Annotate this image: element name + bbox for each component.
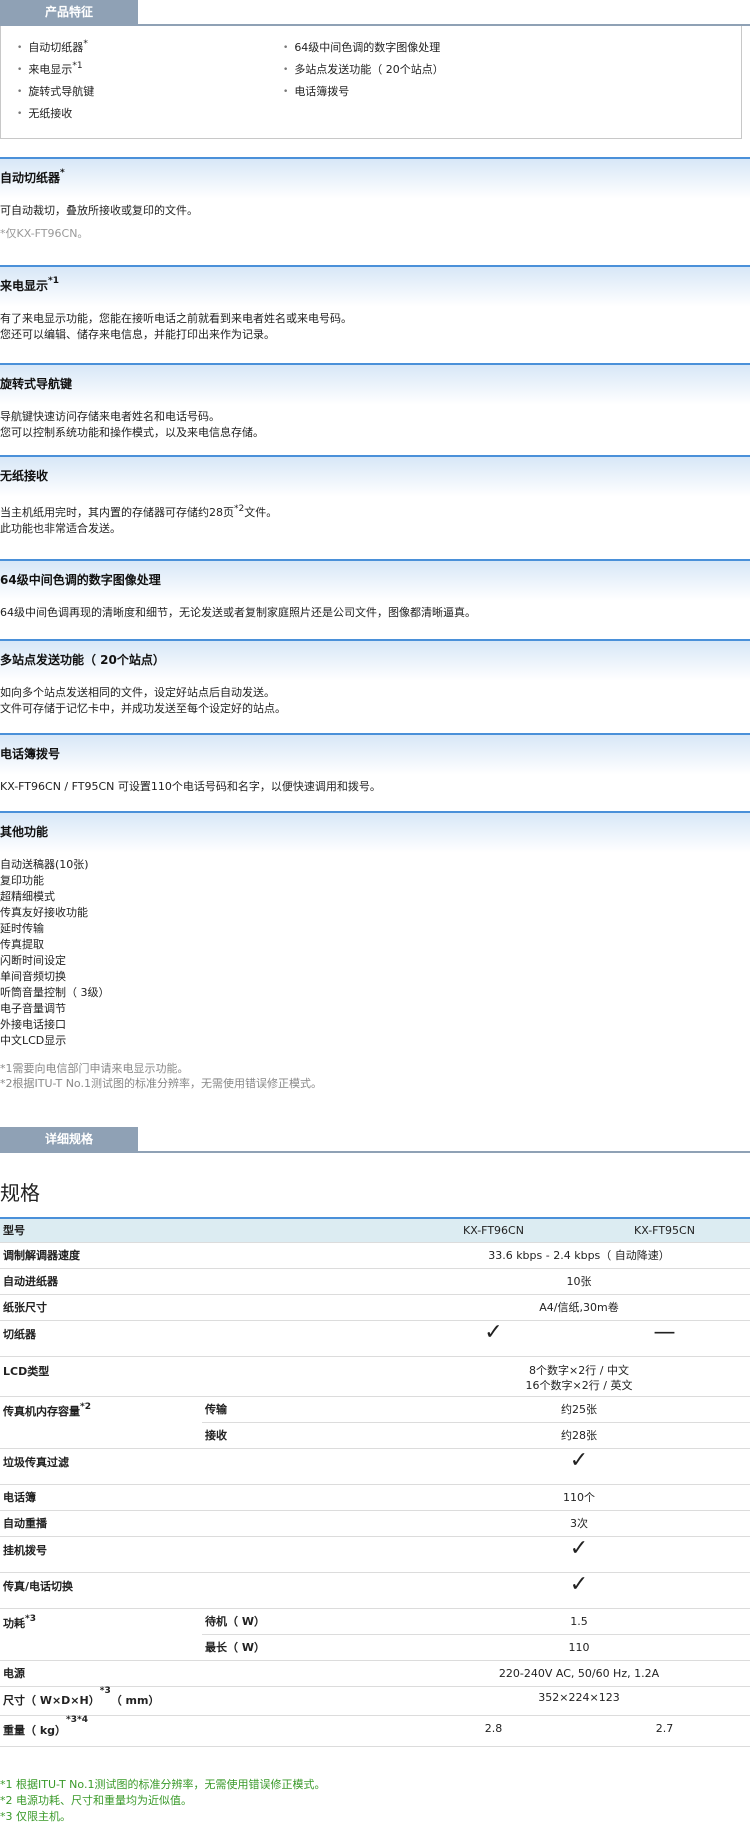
table-row: 切纸器 ✓ — bbox=[0, 1320, 750, 1357]
section-note: *仅KX-FT96CN。 bbox=[0, 227, 89, 240]
section-phonebook: 电话簿拨号 KX-FT96CN / FT95CN 可设置110个电话号码和名字，… bbox=[0, 733, 750, 811]
feature-item: • 64级中间色调的数字图像处理 bbox=[283, 41, 441, 54]
feature-item: • 来电显示*1 bbox=[17, 61, 83, 77]
table-row: LCD类型 8个数字×2行 / 中文 16个数字×2行 / 英文 bbox=[0, 1356, 750, 1397]
check-icon: ✓ bbox=[569, 1448, 589, 1473]
section-caller-id: 来电显示*1 有了来电显示功能，您能在接听电话之前就看到来电者姓名或来电号码。您… bbox=[0, 265, 750, 363]
bullet-icon: • bbox=[17, 65, 23, 75]
feature-item: • 电话簿拨号 bbox=[283, 85, 350, 98]
section-multi-station: 多站点发送功能（ 20个站点） 如向多个站点发送相同的文件，设定好站点后自动发送… bbox=[0, 639, 750, 733]
features-box: • 自动切纸器* • 来电显示*1 • 旋转式导航键 • 无纸接收 • 64级中间色调的数… bbox=[0, 26, 742, 139]
feature-item: • 无纸接收 bbox=[17, 107, 73, 120]
table-row: 尺寸（ W×D×H）*3（ mm） 352×224×123 bbox=[0, 1686, 750, 1716]
list-item: 外接电话接口 bbox=[0, 1018, 66, 1031]
list-item: 单间音频切换 bbox=[0, 970, 66, 983]
features-left-list: • 自动切纸器* • 来电显示*1 • 旋转式导航键 • 无纸接收 bbox=[17, 40, 94, 128]
spec-tabbar: 详细规格 bbox=[0, 1127, 750, 1153]
section-title: 来电显示*1 bbox=[0, 276, 59, 294]
section-title: 64级中间色调的数字图像处理 bbox=[0, 573, 161, 587]
other-features-list: 自动送稿器(10张) 复印功能 超精细模式 传真友好接收功能 延时传输 传真提取… bbox=[0, 843, 750, 1049]
section-body: 当主机纸用完时，其内置的存储器可存储约28页*2文件。 此功能也非常适合发送。 bbox=[0, 504, 278, 536]
section-title: 电话簿拨号 bbox=[0, 747, 61, 761]
list-item: 自动送稿器(10张) bbox=[0, 858, 89, 871]
table-row: 型号 KX-FT96CN KX-FT95CN bbox=[0, 1217, 750, 1243]
table-row: 自动重播 3次 bbox=[0, 1510, 750, 1537]
list-item: 传真友好接收功能 bbox=[0, 906, 88, 919]
table-row: 垃圾传真过滤 ✓ bbox=[0, 1448, 750, 1485]
table-row: 自动进纸器 10张 bbox=[0, 1268, 750, 1295]
bullet-icon: • bbox=[17, 87, 23, 97]
section-body: 64级中间色调再现的清晰度和细节，无论发送或者复制家庭照片还是公司文件，图像都清… bbox=[0, 606, 476, 619]
table-row: 挂机拨号 ✓ bbox=[0, 1536, 750, 1573]
spec-table: 型号 KX-FT96CN KX-FT95CN 调制解调器速度 33.6 kbps… bbox=[0, 1217, 750, 1747]
table-row: 纸张尺寸 A4/信纸,30m卷 bbox=[0, 1294, 750, 1321]
table-row: 电话簿 110个 bbox=[0, 1484, 750, 1511]
section-paperless: 无纸接收 当主机纸用完时，其内置的存储器可存储约28页*2文件。 此功能也非常适… bbox=[0, 455, 750, 559]
footnotes: *1需要向电信部门申请来电显示功能。 *2根据ITU-T No.1测试图的标准分… bbox=[0, 1062, 322, 1090]
feature-item: • 自动切纸器* bbox=[17, 39, 88, 55]
section-image-processing: 64级中间色调的数字图像处理 64级中间色调再现的清晰度和细节，无论发送或者复制… bbox=[0, 559, 750, 639]
table-row: 传真/电话切换 ✓ bbox=[0, 1572, 750, 1609]
list-item: 传真提取 bbox=[0, 938, 44, 951]
bullet-icon: • bbox=[283, 87, 289, 97]
tab-product-features[interactable]: 产品特征 bbox=[0, 0, 138, 24]
section-other-features: 其他功能 自动送稿器(10张) 复印功能 超精细模式 传真友好接收功能 延时传输… bbox=[0, 811, 750, 1127]
check-icon: ✓ bbox=[569, 1536, 589, 1561]
section-title: 无纸接收 bbox=[0, 469, 49, 483]
list-item: 闪断时间设定 bbox=[0, 954, 66, 967]
list-item: 超精细模式 bbox=[0, 890, 55, 903]
section-title: 多站点发送功能（ 20个站点） bbox=[0, 653, 165, 667]
section-body: 如向多个站点发送相同的文件，设定好站点后自动发送。 文件可存储于记忆卡中，并成功发… bbox=[0, 686, 286, 715]
section-auto-cutter: 自动切纸器* 可自动裁切，叠放所接收或复印的文件。 *仅KX-FT96CN。 bbox=[0, 157, 750, 265]
check-icon: ✓ bbox=[484, 1320, 503, 1345]
section-title: 旋转式导航键 bbox=[0, 377, 73, 391]
section-title: 其他功能 bbox=[0, 825, 49, 839]
list-item: 听筒音量控制（ 3级） bbox=[0, 986, 110, 999]
tab-detailed-specs[interactable]: 详细规格 bbox=[0, 1127, 138, 1151]
list-item: 中文LCD显示 bbox=[0, 1034, 67, 1047]
table-row: 重量（ kg）*3*4 2.8 2.7 bbox=[0, 1715, 750, 1747]
section-body: 有了来电显示功能，您能在接听电话之前就看到来电者姓名或来电号码。 您还可以编辑、储… bbox=[0, 312, 352, 341]
features-right-list: • 64级中间色调的数字图像处理 • 多站点发送功能（ 20个站点） • 电话簿拨号 bbox=[283, 40, 444, 106]
feature-item: • 旋转式导航键 bbox=[17, 85, 95, 98]
table-row: 调制解调器速度 33.6 kbps - 2.4 kbps（ 自动降速） bbox=[0, 1242, 750, 1269]
section-body: KX-FT96CN / FT95CN 可设置110个电话号码和名字，以便快速调用… bbox=[0, 780, 381, 793]
spec-title: 规格 bbox=[0, 1181, 40, 1205]
dash-icon: — bbox=[653, 1320, 676, 1345]
list-item: 复印功能 bbox=[0, 874, 44, 887]
section-title: 自动切纸器* bbox=[0, 168, 65, 186]
section-body: 导航键快速访问存储来电者姓名和电话号码。 您可以控制系统功能和操作模式，以及来电信… bbox=[0, 410, 264, 439]
spec-footnotes: *1 根据ITU-T No.1测试图的标准分辨率，无需使用错误修正模式。 *2 … bbox=[0, 1778, 326, 1823]
features-tabbar: 产品特征 bbox=[0, 0, 750, 26]
table-row: 传真机内存容量*2 传输 约25张 bbox=[0, 1396, 750, 1449]
table-row: 电源 220-240V AC, 50/60 Hz, 1.2A bbox=[0, 1660, 750, 1687]
feature-item: • 多站点发送功能（ 20个站点） bbox=[283, 63, 444, 76]
bullet-icon: • bbox=[17, 43, 23, 53]
bullet-icon: • bbox=[283, 65, 289, 75]
table-row: 功耗*3 待机（ W） 1.5 bbox=[0, 1608, 750, 1661]
section-navigator: 旋转式导航键 导航键快速访问存储来电者姓名和电话号码。 您可以控制系统功能和操作模… bbox=[0, 363, 750, 455]
bullet-icon: • bbox=[283, 43, 289, 53]
section-body: 可自动裁切，叠放所接收或复印的文件。 bbox=[0, 204, 198, 217]
list-item: 电子音量调节 bbox=[0, 1002, 66, 1015]
bullet-icon: • bbox=[17, 109, 23, 119]
check-icon: ✓ bbox=[569, 1572, 589, 1597]
list-item: 延时传输 bbox=[0, 922, 44, 935]
